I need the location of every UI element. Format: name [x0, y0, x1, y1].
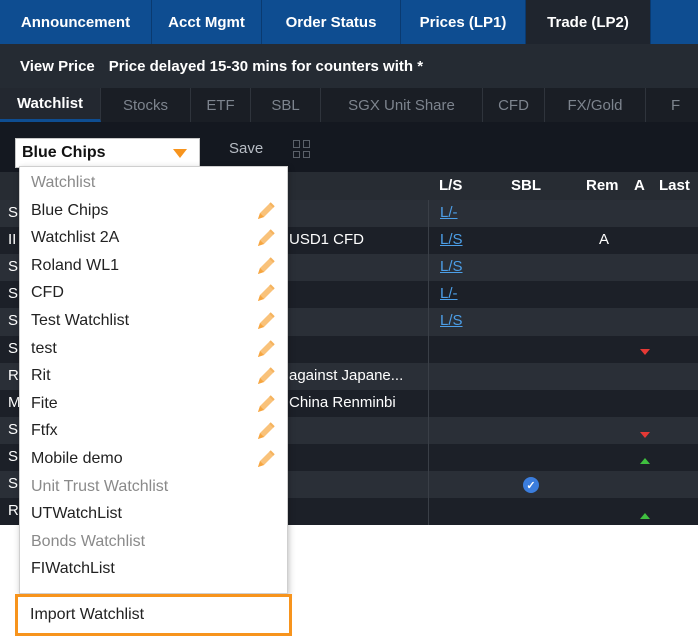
row-name-cell: against Japane... — [289, 366, 404, 384]
dropdown-group-header: Watchlist — [31, 174, 96, 191]
pencil-icon[interactable] — [254, 309, 278, 333]
save-button[interactable]: Save — [229, 140, 263, 157]
price-delay-message: Price delayed 15-30 mins for counters wi… — [108, 57, 424, 75]
dropdown-item[interactable]: FIWatchList — [31, 556, 115, 582]
col-a[interactable]: A — [634, 177, 645, 194]
dropdown-item[interactable]: Mobile demo — [31, 446, 123, 472]
pencil-icon[interactable] — [254, 254, 278, 278]
dropdown-group-header: Unit Trust Watchlist — [31, 477, 169, 495]
sub-tab-bar: Watchlist Stocks ETF SBL SGX Unit Share … — [0, 88, 698, 122]
sbl-check-icon: ✓ — [523, 477, 539, 493]
pencil-icon[interactable] — [254, 281, 278, 305]
price-up-icon — [640, 513, 650, 519]
price-down-icon — [640, 432, 650, 438]
pencil-icon[interactable] — [254, 392, 278, 416]
price-up-icon — [640, 458, 650, 464]
tab-prices-lp1[interactable]: Prices (LP1) — [401, 0, 526, 44]
row-code-cell: S — [8, 204, 19, 221]
dropdown-item[interactable]: Fite — [31, 391, 58, 417]
subtab-fx-gold[interactable]: FX/Gold — [545, 88, 646, 122]
row-code-cell: S — [8, 475, 19, 492]
subtab-overflow[interactable]: F — [646, 88, 698, 122]
watchlist-dropdown-menu: Watchlist Blue Chips Watchlist 2A Roland WL… — [19, 166, 288, 594]
watchlist-select-value: Blue Chips — [22, 144, 106, 161]
row-ls-link[interactable]: L/S — [440, 258, 463, 275]
tab-overflow — [651, 0, 698, 44]
dropdown-item[interactable]: Blue Chips — [31, 198, 108, 224]
pencil-icon[interactable] — [254, 447, 278, 471]
top-tab-bar: Announcement Acct Mgmt Order Status Pric… — [0, 0, 698, 44]
dropdown-item[interactable]: Ftfx — [31, 418, 58, 444]
col-ls[interactable]: L/S — [439, 177, 462, 194]
row-code-cell: S — [8, 447, 19, 465]
tab-trade-lp2[interactable]: Trade (LP2) — [526, 0, 651, 44]
row-rem-cell: A — [599, 231, 610, 249]
view-price-label[interactable]: View Price — [20, 58, 95, 75]
col-rem[interactable]: Rem — [586, 177, 619, 194]
row-code-cell: S — [8, 285, 19, 303]
dropdown-group-header: Bonds Watchlist — [31, 532, 146, 550]
import-watchlist-button[interactable]: Import Watchlist — [15, 594, 292, 636]
pencil-icon[interactable] — [254, 337, 278, 361]
dropdown-item[interactable]: Watchlist 2A — [31, 225, 119, 251]
row-code-cell: S — [8, 420, 19, 438]
row-code-cell: R — [8, 502, 19, 520]
row-code-cell: S — [8, 339, 19, 357]
subtab-sgx-unit-share[interactable]: SGX Unit Share — [321, 88, 483, 122]
subtab-cfd[interactable]: CFD — [483, 88, 545, 122]
row-ls-link[interactable]: L/- — [440, 204, 458, 221]
pencil-icon[interactable] — [254, 419, 278, 443]
subtab-sbl[interactable]: SBL — [251, 88, 321, 122]
pencil-icon[interactable] — [254, 199, 278, 223]
dropdown-item[interactable]: CFD — [31, 280, 64, 306]
dropdown-item[interactable]: Rit — [31, 363, 51, 389]
grid-view-icon[interactable] — [293, 140, 311, 158]
row-code-cell: R — [8, 366, 19, 384]
pencil-icon[interactable] — [254, 226, 278, 250]
row-ls-link[interactable]: L/- — [440, 285, 458, 302]
subtab-watchlist[interactable]: Watchlist — [0, 88, 101, 122]
subtab-etf[interactable]: ETF — [191, 88, 251, 122]
watchlist-toolbar: Blue Chips Save — [0, 122, 698, 172]
price-down-icon — [640, 349, 650, 355]
row-code-cell: S — [8, 258, 19, 276]
watchlist-select[interactable]: Blue Chips — [15, 138, 200, 168]
row-ls-link[interactable]: L/S — [440, 312, 463, 329]
row-code-cell: II — [8, 231, 17, 249]
chevron-down-icon — [173, 149, 187, 158]
subtab-stocks[interactable]: Stocks — [101, 88, 191, 122]
row-name-cell: China Renminbi — [289, 393, 396, 411]
column-divider — [428, 200, 429, 525]
tab-acct-mgmt[interactable]: Acct Mgmt — [152, 0, 262, 44]
import-watchlist-label: Import Watchlist — [30, 606, 145, 623]
price-info-bar: View Price Price delayed 15-30 mins for … — [0, 44, 698, 88]
dropdown-item[interactable]: UTWatchList — [31, 501, 122, 527]
tab-announcement[interactable]: Announcement — [0, 0, 152, 44]
pencil-icon[interactable] — [254, 364, 278, 388]
dropdown-item[interactable]: Test Watchlist — [31, 308, 129, 334]
dropdown-item[interactable]: test — [31, 336, 57, 362]
row-name-cell: USD1 CFD — [289, 231, 365, 249]
col-sbl[interactable]: SBL — [511, 177, 541, 194]
col-last[interactable]: Last — [659, 177, 690, 194]
tab-order-status[interactable]: Order Status — [262, 0, 401, 44]
row-code-cell: S — [8, 312, 19, 330]
dropdown-item[interactable]: Roland WL1 — [31, 253, 119, 279]
row-ls-link[interactable]: L/S — [440, 231, 463, 248]
